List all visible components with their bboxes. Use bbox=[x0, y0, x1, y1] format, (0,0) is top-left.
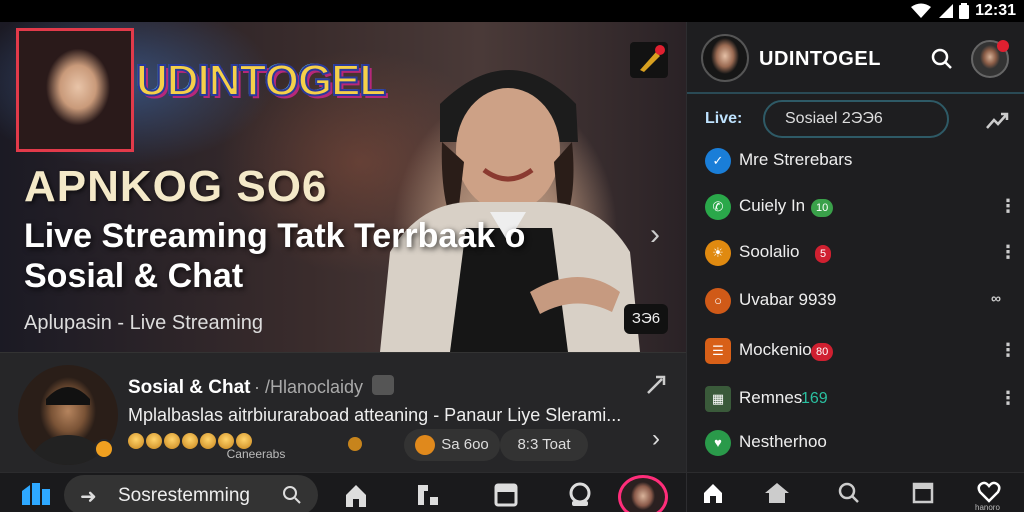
panel-header: UDINTOGEL bbox=[687, 22, 1024, 94]
chevron-right-icon[interactable]: › bbox=[652, 425, 660, 453]
list-item[interactable]: ✆ Cuiely In 10 ⋮ bbox=[687, 190, 1024, 230]
nav-label: hanoro bbox=[975, 503, 1000, 512]
fire-icon: ○ bbox=[705, 288, 731, 314]
hero-headline: Live Streaming Tatk Terrbaak o Sosial & … bbox=[24, 217, 526, 295]
more-options-icon[interactable]: ⋮ bbox=[999, 340, 1017, 361]
app-logo-icon[interactable] bbox=[20, 481, 52, 507]
search-icon[interactable] bbox=[282, 485, 302, 510]
notification-badge bbox=[997, 40, 1009, 52]
card-category: Caneerabs bbox=[226, 447, 286, 461]
book-icon: ☰ bbox=[705, 338, 731, 364]
game-controller-icon[interactable] bbox=[566, 481, 594, 509]
more-options-icon[interactable]: ⋮ bbox=[999, 242, 1017, 263]
link-icon[interactable]: ∞ bbox=[991, 290, 1001, 306]
list-item[interactable]: ♥ Nestherhoo bbox=[687, 426, 1024, 466]
live-label: Live: bbox=[705, 110, 743, 127]
explore-icon[interactable] bbox=[414, 481, 442, 509]
hero-banner[interactable]: UDINTOGEL APNKOG SO6 Live Streaming Tatk… bbox=[0, 22, 686, 352]
heart-icon: ♥ bbox=[705, 430, 731, 456]
arrow-right-icon: ➜ bbox=[80, 486, 97, 508]
channel-avatar[interactable] bbox=[701, 34, 749, 82]
verified-badge-icon bbox=[94, 439, 114, 459]
house-icon[interactable] bbox=[763, 481, 791, 507]
profile-avatar[interactable] bbox=[618, 475, 668, 512]
inbox-icon[interactable] bbox=[492, 481, 520, 509]
list-item-label: Uvabar 9939 bbox=[739, 290, 837, 309]
search-text: Sosrestemming bbox=[118, 485, 250, 506]
chevron-right-icon[interactable]: › bbox=[650, 218, 660, 252]
grid-icon: ▦ bbox=[705, 386, 731, 412]
search-icon[interactable] bbox=[931, 48, 953, 75]
side-panel: UDINTOGEL Live: ✓ Mre Strerebars ✆ Cuiel… bbox=[686, 22, 1024, 472]
coin-icon bbox=[348, 437, 362, 451]
card-title[interactable]: Sosial & Chat bbox=[128, 377, 250, 399]
list-item[interactable]: ☀ Soolalio 5 ⋮ bbox=[687, 236, 1024, 276]
viewers-chip[interactable]: Sa 6oo bbox=[404, 429, 500, 461]
list-item-label: Remnes bbox=[739, 388, 803, 407]
hero-streamer-image bbox=[380, 70, 640, 352]
list-item-badge: 5 bbox=[815, 245, 832, 263]
list-item[interactable]: ○ Uvabar 9939 ∞ bbox=[687, 284, 1024, 324]
card-description: Mplalbaslas aitrbiuraraboad atteaning - … bbox=[128, 405, 622, 425]
panel-title: UDINTOGEL bbox=[759, 48, 881, 70]
gamepad-icon bbox=[372, 375, 394, 395]
hero-thumbnail[interactable] bbox=[16, 28, 134, 152]
share-icon[interactable] bbox=[644, 373, 668, 402]
brand-logo: UDINTOGEL bbox=[135, 55, 387, 106]
list-item-label: Mockenio bbox=[739, 340, 812, 359]
list-item[interactable]: ✓ Mre Strerebars bbox=[687, 144, 1024, 184]
viewers-chip-label: Sa 6oo bbox=[441, 436, 489, 453]
search-bar[interactable]: ➜ Sosrestemming bbox=[64, 475, 318, 512]
home-icon[interactable] bbox=[701, 481, 729, 507]
more-options-icon[interactable]: ⋮ bbox=[999, 388, 1017, 409]
hero-counter: ЗЭ6 bbox=[624, 304, 668, 334]
feather-icon: ✓ bbox=[705, 148, 731, 174]
search-icon[interactable] bbox=[837, 481, 865, 507]
list-item-badge: 80 bbox=[811, 343, 834, 361]
list-item-badge: 10 bbox=[811, 199, 834, 217]
duration-chip[interactable]: 8:3 Toat bbox=[500, 429, 588, 461]
wifi-icon bbox=[911, 3, 932, 19]
more-options-icon[interactable]: ⋮ bbox=[999, 196, 1017, 217]
hero-subtitle: APNKOG SO6 bbox=[24, 162, 328, 211]
emoji-icon bbox=[146, 433, 162, 449]
emoji-icon bbox=[200, 433, 216, 449]
list-item-label: Soolalio bbox=[739, 242, 800, 261]
status-bar: 12:31 bbox=[0, 0, 1024, 22]
list-item-label: Cuiely In bbox=[739, 196, 806, 215]
coin-icon bbox=[415, 435, 436, 456]
emoji-icon bbox=[164, 433, 180, 449]
hero-caption: Aplupasin - Live Streaming bbox=[24, 312, 264, 334]
window-icon[interactable] bbox=[911, 481, 939, 507]
signal-icon bbox=[937, 3, 954, 19]
home-icon[interactable] bbox=[342, 481, 370, 509]
quill-icon bbox=[640, 45, 665, 72]
list-item-label: Mre Strerebars bbox=[739, 150, 853, 169]
trending-icon[interactable] bbox=[985, 112, 1009, 135]
stream-card[interactable]: Sosial & Chat · /Hlanoclaidy Mplalbaslas… bbox=[0, 352, 686, 472]
panel-bottom-nav: hanoro bbox=[686, 472, 1024, 512]
phone-icon: ✆ bbox=[705, 194, 731, 220]
live-search-input[interactable] bbox=[763, 100, 949, 138]
status-icons: 12:31 bbox=[911, 2, 1016, 20]
emoji-icon bbox=[128, 433, 144, 449]
emoji-icon bbox=[182, 433, 198, 449]
list-item[interactable]: ☰ Mockenio 80 ⋮ bbox=[687, 334, 1024, 374]
status-time: 12:31 bbox=[975, 2, 1016, 19]
corner-badge[interactable] bbox=[630, 42, 668, 78]
list-item-count: 169 bbox=[801, 390, 828, 407]
battery-icon bbox=[959, 3, 970, 19]
list-item[interactable]: ▦ Remnes 169 ⋮ bbox=[687, 382, 1024, 422]
sun-icon: ☀ bbox=[705, 240, 731, 266]
card-handle: · /Hlanoclaidy bbox=[254, 377, 364, 397]
list-item-label: Nestherhoo bbox=[739, 432, 827, 451]
bottom-nav: ➜ Sosrestemming bbox=[0, 472, 686, 512]
